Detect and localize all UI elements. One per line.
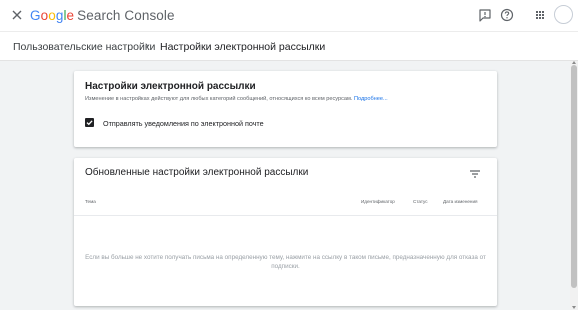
- product-name: Search Console: [77, 8, 175, 23]
- column-header-status[interactable]: Статус: [413, 199, 428, 204]
- close-icon[interactable]: [9, 7, 25, 23]
- scroll-down-arrow-icon[interactable]: [572, 306, 576, 309]
- filter-icon[interactable]: [469, 166, 481, 178]
- table-header-divider: [74, 215, 497, 216]
- email-settings-card: Настройки электронной рассылки Изменение…: [74, 71, 497, 147]
- scrollbar[interactable]: [570, 61, 578, 310]
- column-header-id[interactable]: Идентификатор: [361, 199, 395, 204]
- feedback-icon[interactable]: [477, 7, 493, 23]
- scroll-up-arrow-icon[interactable]: [572, 61, 576, 64]
- scrollbar-thumb[interactable]: [571, 65, 577, 288]
- breadcrumb-current: Настройки электронной рассылки: [160, 41, 326, 53]
- email-settings-description: Изменение в настройках действуют для люб…: [85, 96, 388, 102]
- breadcrumb-separator: ›: [145, 40, 149, 52]
- breadcrumb-parent[interactable]: Пользовательские настройки: [13, 41, 155, 53]
- updated-settings-title: Обновленные настройки электронной рассыл…: [85, 167, 309, 178]
- top-app-bar: Google Search Console: [0, 0, 578, 32]
- column-header-topic[interactable]: Тема: [85, 199, 96, 204]
- app-logo[interactable]: Google Search Console: [30, 8, 175, 23]
- email-settings-title: Настройки электронной рассылки: [85, 81, 256, 92]
- column-header-date[interactable]: Дата изменения: [443, 199, 478, 204]
- account-avatar[interactable]: [554, 5, 573, 24]
- learn-more-link[interactable]: Подробнее...: [354, 96, 388, 102]
- email-notifications-label[interactable]: Отправлять уведомления по электронной по…: [103, 119, 264, 128]
- email-notifications-checkbox[interactable]: [85, 118, 94, 127]
- apps-icon[interactable]: [532, 7, 548, 23]
- empty-state-message: Если вы больше не хотите получать письма…: [85, 254, 486, 270]
- help-icon[interactable]: [499, 7, 515, 23]
- breadcrumb: Пользовательские настройки › Настройки э…: [0, 32, 578, 61]
- updated-settings-card: Обновленные настройки электронной рассыл…: [74, 158, 497, 306]
